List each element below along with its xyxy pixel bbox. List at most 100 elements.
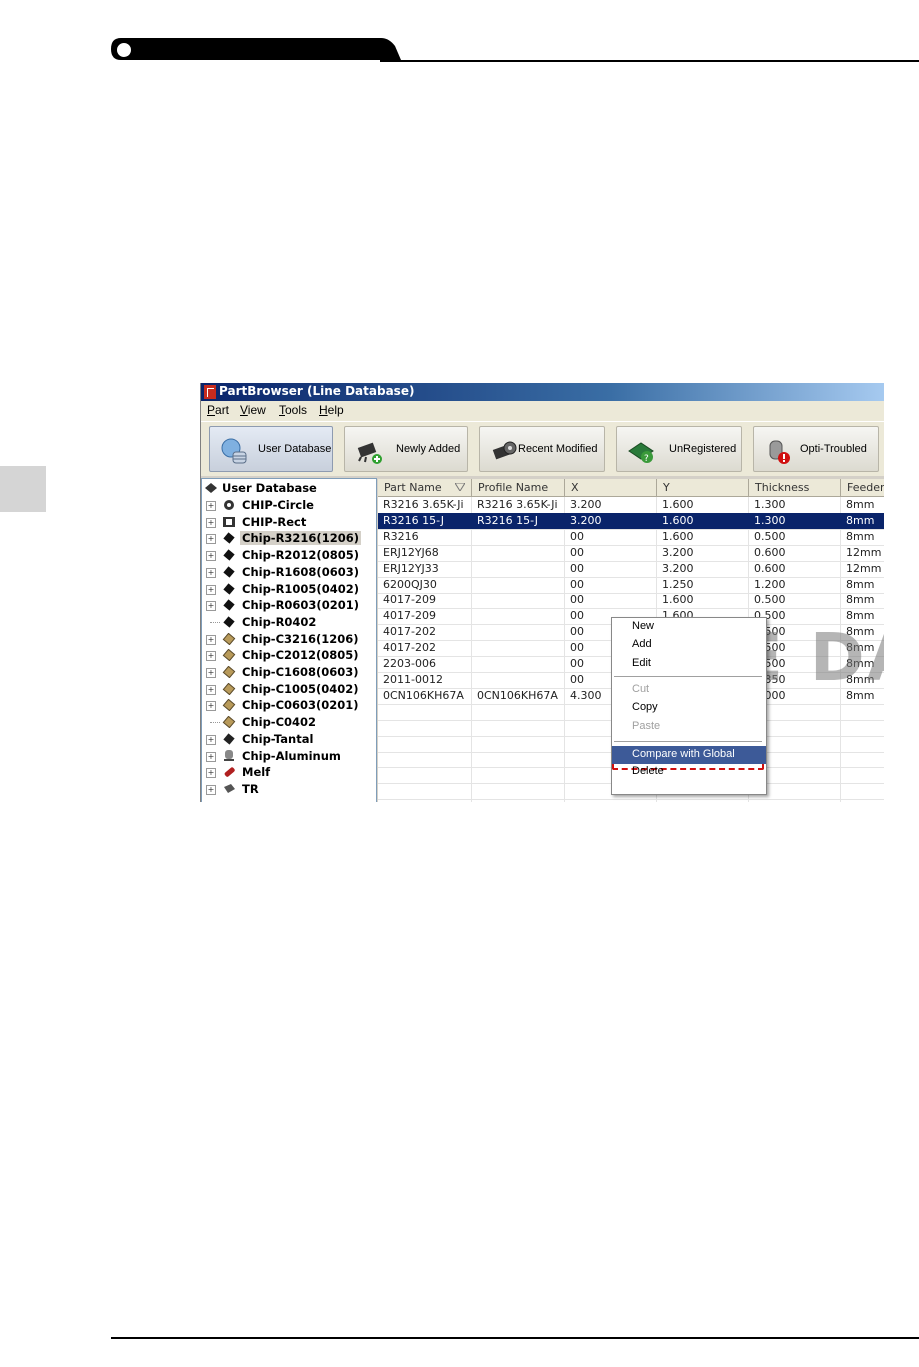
table-row[interactable]: R3216 3.65K-Ji R3216 3.65K-Ji 3.200 1.600 1.…: [378, 497, 884, 514]
database-icon: [221, 438, 247, 464]
table-cell: [841, 783, 884, 799]
user-database-button[interactable]: User Database: [209, 426, 333, 472]
expand-icon[interactable]: [206, 784, 216, 795]
expand-icon[interactable]: [206, 601, 216, 612]
resistor-chip-icon: [223, 566, 235, 578]
table-cell: 4017-202: [378, 624, 472, 641]
table-cell: [472, 671, 565, 688]
tree-item-label: Chip-R1608(0603): [242, 564, 359, 579]
tree-item-label: Chip-R2012(0805): [242, 548, 359, 563]
table-cell: [657, 799, 749, 802]
capacitor-chip-icon: [222, 666, 236, 678]
table-row[interactable]: ERJ12YJ33 00 3.200 0.600 12mm: [378, 560, 884, 578]
context-menu-item[interactable]: Paste: [612, 718, 766, 736]
table-cell: 00: [565, 576, 657, 593]
column-header[interactable]: Part Name: [378, 479, 472, 496]
menu-help[interactable]: Help: [319, 403, 344, 417]
expand-icon[interactable]: [206, 584, 216, 595]
column-header[interactable]: Feeder: [841, 479, 884, 496]
transistor-icon: [224, 783, 235, 793]
expand-icon[interactable]: [206, 668, 216, 678]
expand-icon[interactable]: [206, 701, 216, 712]
table-cell: [378, 767, 472, 784]
window-title: PartBrowser (Line Database): [219, 384, 415, 398]
table-row[interactable]: R3216 00 1.600 0.500 8mm: [378, 528, 884, 546]
expand-icon[interactable]: [206, 734, 216, 745]
context-menu-item[interactable]: Add: [612, 636, 766, 654]
context-menu-item[interactable]: Copy: [612, 699, 766, 717]
tree-item-label: Chip-C1608(0603): [242, 665, 359, 679]
menu-part[interactable]: Part: [207, 403, 229, 417]
tree-item-label: Chip-R3216(1206): [240, 531, 361, 546]
column-header[interactable]: X: [565, 479, 657, 496]
table-cell: R3216 3.65K-Ji: [472, 497, 565, 513]
table-cell: 8mm: [841, 497, 884, 513]
sort-down-icon: [455, 483, 465, 491]
expand-icon[interactable]: [206, 567, 216, 578]
table-cell: 12mm: [841, 545, 884, 561]
expand-icon[interactable]: [206, 551, 216, 562]
table-cell: 1.250: [657, 576, 749, 593]
resistor-chip-icon: [223, 532, 235, 545]
footer-rule: [111, 1337, 919, 1339]
tree-root-label: User Database: [222, 481, 317, 495]
tree-item-label: Chip-C0603(0201): [242, 698, 359, 713]
column-header[interactable]: Thickness: [749, 479, 841, 496]
column-header[interactable]: Profile Name: [472, 479, 565, 496]
table-cell: [472, 703, 565, 720]
table-cell: ERJ12YJ33: [378, 560, 472, 577]
opti-troubled-button[interactable]: Opti-Troubled: [753, 426, 879, 472]
recent-modified-button[interactable]: Recent Modified: [479, 426, 605, 472]
table-cell: [841, 704, 884, 720]
expand-icon[interactable]: [206, 517, 216, 528]
table-cell: 2011-0012: [378, 671, 472, 688]
column-header[interactable]: Y: [657, 479, 749, 496]
table-cell: [472, 783, 565, 800]
table-cell: 0.500: [749, 528, 841, 545]
tree-connector: [210, 722, 220, 724]
empty-row[interactable]: [378, 799, 884, 802]
context-menu-item[interactable]: Compare with Global: [612, 746, 766, 764]
table-cell: 6200QJ30: [378, 576, 472, 593]
context-menu-item[interactable]: Cut: [612, 681, 766, 699]
table-cell: 3.200: [565, 497, 657, 513]
tree-item-label: Chip-R0603(0201): [242, 598, 359, 613]
table-cell: [472, 576, 565, 593]
table-cell: 00: [565, 528, 657, 545]
menu-view[interactable]: View: [240, 403, 266, 417]
menu-tools[interactable]: Tools: [279, 403, 307, 417]
context-menu-item[interactable]: Delete: [612, 763, 766, 781]
expand-icon[interactable]: [206, 684, 216, 695]
context-menu-item[interactable]: Edit: [612, 655, 766, 673]
table-row[interactable]: ERJ12YJ68 00 3.200 0.600 12mm: [378, 544, 884, 562]
table-cell: 8mm: [841, 513, 884, 529]
expand-icon[interactable]: [206, 534, 216, 545]
newly-added-button[interactable]: Newly Added: [344, 426, 468, 472]
table-cell: [472, 719, 565, 736]
tantal-chip-icon: [223, 733, 235, 745]
table-cell: 1.600: [657, 497, 749, 513]
expand-icon[interactable]: [206, 634, 216, 645]
table-cell: R3216 15-J: [378, 512, 472, 529]
title-bar: PartBrowser (Line Database): [201, 383, 884, 401]
table-cell: [472, 640, 565, 657]
unregistered-button[interactable]: ? UnRegistered: [616, 426, 742, 472]
expand-icon[interactable]: [206, 768, 216, 779]
table-cell: 00: [565, 544, 657, 561]
table-row[interactable]: 6200QJ30 00 1.250 1.200 8mm: [378, 576, 884, 594]
table-cell: 1.600: [657, 528, 749, 545]
partbrowser-window: PartBrowser (Line Database) Part View To…: [200, 383, 884, 802]
table-cell: 3.200: [565, 512, 657, 529]
expand-icon[interactable]: [206, 651, 216, 662]
chapter-side-tab: [0, 466, 46, 512]
table-row[interactable]: 4017-209 00 1.600 0.500 8mm: [378, 592, 884, 610]
expand-icon[interactable]: [206, 501, 216, 511]
tree-item-label: Chip-Aluminum: [242, 748, 341, 763]
table-cell: 1.200: [749, 576, 841, 593]
expand-icon[interactable]: [206, 751, 216, 762]
context-menu-item-label: Edit: [632, 657, 651, 669]
table-row[interactable]: R3216 15-J R3216 15-J 3.200 1.600 1.300 8mm: [378, 512, 884, 530]
table-cell: 12mm: [841, 561, 884, 577]
context-menu-item[interactable]: New: [612, 618, 766, 636]
category-tree[interactable]: User Database CHIP-Circle CHIP-Rect Chip-R…: [201, 478, 377, 802]
